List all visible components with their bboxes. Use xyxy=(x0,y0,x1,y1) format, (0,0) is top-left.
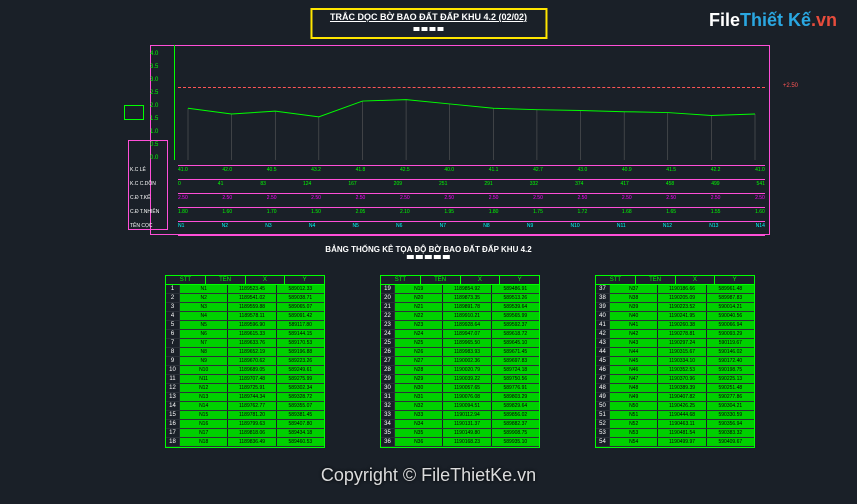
coord-tables: STTTÊNXY1N11189523.45589012.332N21189541… xyxy=(165,275,755,448)
drawing-title-box: TRẮC DỌC BỜ BAO ĐẤT ĐẤP KHU 4.2 (02/02) xyxy=(310,8,547,39)
table-row: 29N291190039.22589750.56 xyxy=(381,375,539,384)
table-row: 39N391190223.52590014.21 xyxy=(596,303,754,312)
table-row: 51N511190444.68590330.59 xyxy=(596,411,754,420)
table-row: 6N61189615.33589144.15 xyxy=(166,330,324,339)
table-row: 9N91189670.62589223.26 xyxy=(166,357,324,366)
table-row: 20N201189873.35589513.26 xyxy=(381,294,539,303)
table-row: 2N21189541.02589038.71 xyxy=(166,294,324,303)
chart-svg xyxy=(178,45,765,160)
table-row: 32N321190094.51589829.64 xyxy=(381,402,539,411)
table-row: 36N361190168.23589935.10 xyxy=(381,438,539,447)
table-row: 40N401190241.95590040.56 xyxy=(596,312,754,321)
table-row: 50N501190426.25590304.21 xyxy=(596,402,754,411)
design-elev-label: +2.50 xyxy=(783,83,798,89)
site-logo: FileThiết Kế.vn xyxy=(709,10,837,31)
table-row: 22N221189910.21589565.99 xyxy=(381,312,539,321)
longitudinal-profile-chart: 0.00.51.01.52.02.53.03.54.0 +2.50 K.C LẺ… xyxy=(150,45,770,235)
table-row: 15N151189781.20589381.45 xyxy=(166,411,324,420)
band-label: K.C LẺ xyxy=(130,167,146,173)
table-row: 25N251189965.50589645.10 xyxy=(381,339,539,348)
coord-table: STTTÊNXY1N11189523.45589012.332N21189541… xyxy=(165,275,325,448)
table-row: 26N261189983.93589671.45 xyxy=(381,348,539,357)
table-row: 11N111189707.48589275.99 xyxy=(166,375,324,384)
table-row: 24N241189947.07589618.72 xyxy=(381,330,539,339)
table-row: 17N171189818.06589434.18 xyxy=(166,429,324,438)
coord-table: STTTÊNXY37N371190186.66589961.4838N38119… xyxy=(595,275,755,448)
table-row: 4N41189578.11589091.42 xyxy=(166,312,324,321)
table-row: 31N311190076.08589803.29 xyxy=(381,393,539,402)
coord-table: STTTÊNXY19N191189854.92589486.9120N20118… xyxy=(380,275,540,448)
coord-table-title: BẢNG THỐNG KÊ TỌA ĐỘ BỜ BAO ĐẤT ĐẤP KHU … xyxy=(325,245,531,261)
table-row: 21N211189891.78589539.64 xyxy=(381,303,539,312)
table-row: 46N461190352.53590198.75 xyxy=(596,366,754,375)
table-row: 41N411190260.38590066.94 xyxy=(596,321,754,330)
table-row: 7N71189633.76589170.53 xyxy=(166,339,324,348)
table-row: 42N421190278.81590093.29 xyxy=(596,330,754,339)
table-row: 49N491190407.82590277.86 xyxy=(596,393,754,402)
table-row: 54N541190499.97590409.67 xyxy=(596,438,754,447)
table-row: 37N371190186.66589961.48 xyxy=(596,285,754,294)
band-label: TÊN CỌC xyxy=(130,223,153,229)
table-row: 53N531190481.54590383.32 xyxy=(596,429,754,438)
table-row: 3N31189559.88589065.07 xyxy=(166,303,324,312)
table-row: 14N141189762.77589355.07 xyxy=(166,402,324,411)
table-row: 33N331190112.94589856.02 xyxy=(381,411,539,420)
table-row: 44N441190315.67590146.02 xyxy=(596,348,754,357)
table-row: 45N451190334.10590172.40 xyxy=(596,357,754,366)
scale-marks xyxy=(330,24,527,33)
table-row: 8N81189652.19589196.88 xyxy=(166,348,324,357)
table-row: 34N341190131.37589882.37 xyxy=(381,420,539,429)
table-row: 52N521190463.11590356.94 xyxy=(596,420,754,429)
table-row: 16N161189799.63589407.80 xyxy=(166,420,324,429)
table-row: 5N51189596.90589117.80 xyxy=(166,321,324,330)
table-row: 47N471190370.96590225.13 xyxy=(596,375,754,384)
band-label: C.Đ T.NHIÊN xyxy=(130,209,159,215)
table-row: 27N271190002.36589697.83 xyxy=(381,357,539,366)
band-label: K.C C.DỒN xyxy=(130,181,156,187)
band-label: C.Đ T.KẾ xyxy=(130,195,150,201)
copyright-watermark: Copyright © FileThietKe.vn xyxy=(321,465,536,486)
table-row: 28N281190020.79589724.18 xyxy=(381,366,539,375)
table-row: 13N131189744.34589328.72 xyxy=(166,393,324,402)
table-row: 35N351190149.80589908.75 xyxy=(381,429,539,438)
table-row: 12N121189725.91589302.34 xyxy=(166,384,324,393)
table-row: 1N11189523.45589012.33 xyxy=(166,285,324,294)
table-row: 10N101189689.05589249.61 xyxy=(166,366,324,375)
table-row: 23N231189928.64589592.37 xyxy=(381,321,539,330)
drawing-title: TRẮC DỌC BỜ BAO ĐẤT ĐẤP KHU 4.2 (02/02) xyxy=(330,12,527,22)
table-row: 18N181189836.49589460.53 xyxy=(166,438,324,447)
table-row: 19N191189854.92589486.91 xyxy=(381,285,539,294)
datum-box xyxy=(124,105,144,120)
table-row: 38N381190205.09589987.83 xyxy=(596,294,754,303)
table-row: 48N481190389.39590251.48 xyxy=(596,384,754,393)
table-row: 30N301190057.65589776.91 xyxy=(381,384,539,393)
table-row: 43N431190297.24590119.67 xyxy=(596,339,754,348)
